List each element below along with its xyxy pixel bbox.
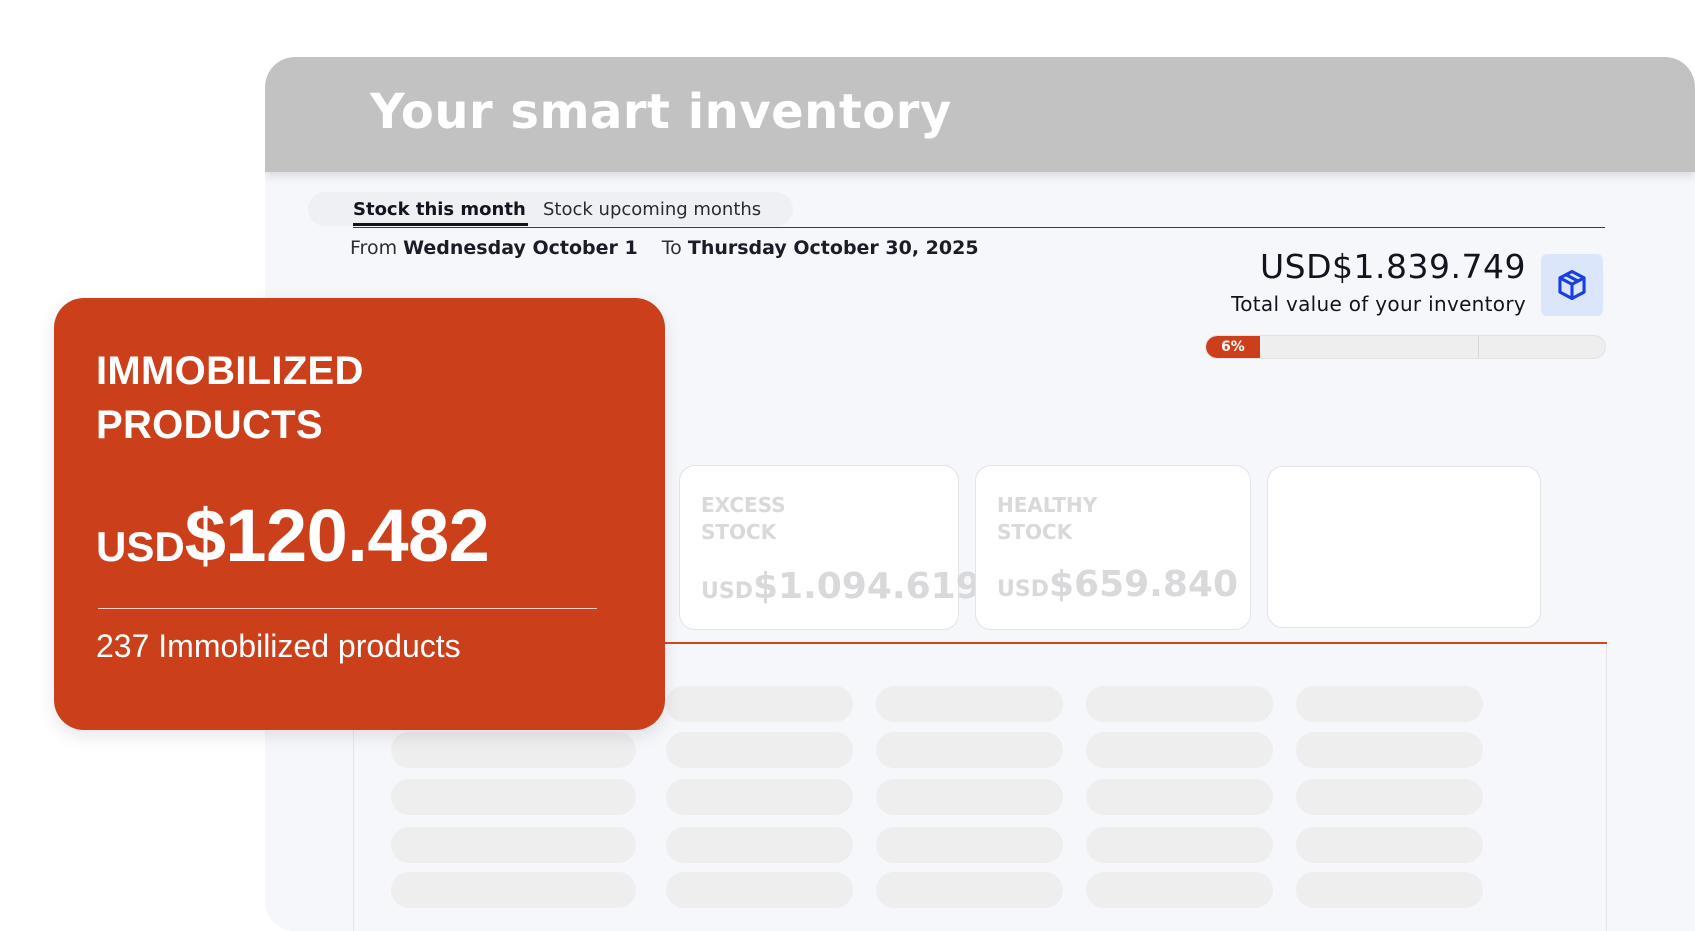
excess-stock-value: USD$1.094.619 — [701, 566, 981, 607]
immobilized-currency: USD — [96, 523, 185, 570]
excess-stock-currency: USD — [701, 579, 753, 604]
immobilized-title-line2: PRODUCTS — [96, 403, 323, 447]
immobilized-title: IMMOBILIZED PRODUCTS — [96, 344, 364, 452]
skeleton-cell — [1086, 779, 1273, 815]
skeleton-cell — [391, 872, 636, 908]
healthy-stock-card[interactable]: HEALTHY STOCK USD$659.840 — [975, 465, 1251, 630]
skeleton-cell — [666, 827, 853, 863]
skeleton-cell — [876, 827, 1063, 863]
date-to-label: To — [661, 237, 682, 259]
skeleton-cell — [1086, 827, 1273, 863]
date-from-label: From — [350, 237, 398, 259]
immobilized-amount: $120.482 — [184, 494, 490, 577]
skeleton-cell — [391, 827, 636, 863]
skeleton-cell — [1086, 686, 1273, 722]
skeleton-cell — [1296, 872, 1483, 908]
skeleton-cell — [876, 686, 1063, 722]
skeleton-cell — [1296, 686, 1483, 722]
healthy-stock-currency: USD — [997, 577, 1049, 602]
skeleton-cell — [876, 872, 1063, 908]
date-to-value: Thursday October 30, 2025 — [687, 237, 979, 259]
page-title: Your smart inventory — [370, 84, 952, 140]
skeleton-cell — [1086, 872, 1273, 908]
tabs-divider — [353, 227, 1605, 228]
excess-stock-amount: $1.094.619 — [752, 566, 981, 607]
active-tab-indicator — [353, 223, 528, 226]
excess-stock-title: EXCESS STOCK — [701, 493, 786, 544]
skeleton-cell — [391, 779, 636, 815]
healthy-stock-title: HEALTHY STOCK — [997, 493, 1098, 544]
date-from-value: Wednesday October 1 — [403, 237, 638, 259]
skeleton-cell — [876, 732, 1063, 768]
skeleton-cell — [1086, 732, 1273, 768]
excess-stock-card[interactable]: EXCESS STOCK USD$1.094.619 — [679, 465, 981, 630]
tab-stock-upcoming-months[interactable]: Stock upcoming months — [543, 199, 761, 220]
skeleton-cell — [1296, 732, 1483, 768]
skeleton-cell — [666, 686, 853, 722]
total-inventory-value: USD$1.839.749 — [1260, 247, 1526, 286]
immobilized-divider — [98, 608, 597, 609]
inventory-box-button[interactable] — [1541, 254, 1603, 316]
skeleton-cell — [666, 872, 853, 908]
tab-stock-this-month[interactable]: Stock this month — [353, 199, 526, 220]
immobilized-products-card[interactable]: IMMOBILIZED PRODUCTS USD$120.482 237 Imm… — [54, 298, 665, 730]
skeleton-cell — [666, 779, 853, 815]
immobilized-title-line1: IMMOBILIZED — [96, 349, 364, 393]
progress-label: 6% — [1221, 339, 1245, 355]
skeleton-cell — [666, 732, 853, 768]
window-header: Your smart inventory — [265, 57, 1695, 172]
progress-divider — [1478, 336, 1479, 358]
healthy-stock-amount: $659.840 — [1048, 564, 1239, 605]
skeleton-cell — [1296, 827, 1483, 863]
skeleton-cell — [1296, 779, 1483, 815]
inventory-progress-bar: 6% — [1205, 335, 1606, 359]
skeleton-cell — [876, 779, 1063, 815]
immobilized-count: 237 Immobilized products — [96, 628, 461, 664]
empty-card — [1267, 466, 1541, 628]
date-range: From Wednesday October 1 To Thursday Oct… — [350, 237, 979, 259]
box-icon — [1558, 269, 1586, 301]
total-inventory-label: Total value of your inventory — [1231, 292, 1526, 316]
skeleton-cell — [391, 732, 636, 768]
healthy-stock-value: USD$659.840 — [997, 564, 1238, 605]
immobilized-value: USD$120.482 — [96, 493, 490, 578]
progress-fill: 6% — [1206, 336, 1260, 358]
